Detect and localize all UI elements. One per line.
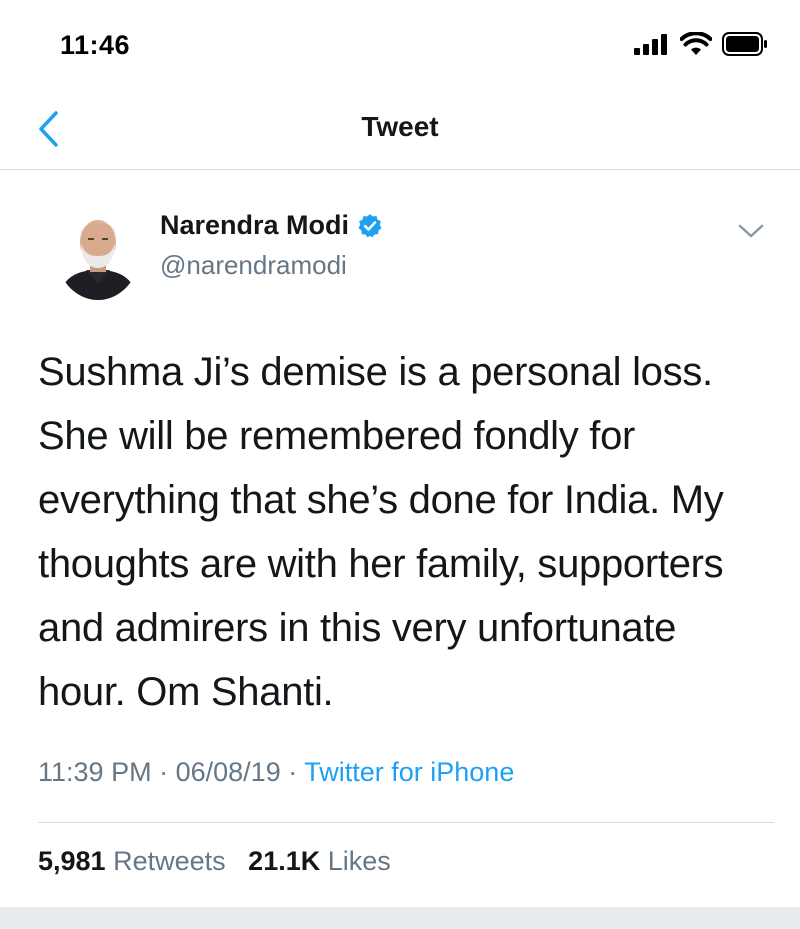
bottom-separator-band xyxy=(0,907,800,929)
nav-bar: Tweet xyxy=(0,95,800,170)
author-name[interactable]: Narendra Modi xyxy=(160,210,349,241)
retweets-count: 5,981 xyxy=(38,846,106,876)
tweet-date: 06/08/19 xyxy=(175,757,281,787)
tweet-header: Narendra Modi @narendramodi xyxy=(0,170,800,310)
user-name-row: Narendra Modi xyxy=(160,210,383,241)
retweets-label: Retweets xyxy=(113,846,226,876)
tweet-meta: 11:39 PM · 06/08/19 · Twitter for iPhone xyxy=(38,757,514,788)
tweet-source-link[interactable]: Twitter for iPhone xyxy=(304,757,514,787)
divider xyxy=(38,822,774,823)
meta-separator: · xyxy=(159,757,169,787)
likes-count: 21.1K xyxy=(248,846,321,876)
tweet-time: 11:39 PM xyxy=(38,757,152,787)
status-bar: 11:46 xyxy=(0,0,800,95)
avatar-image xyxy=(56,204,140,300)
tweet-text: Sushma Ji’s demise is a personal loss. S… xyxy=(38,350,724,714)
author-handle[interactable]: @narendramodi xyxy=(160,250,347,281)
wifi-icon xyxy=(680,32,712,55)
meta-separator: · xyxy=(288,757,298,787)
chevron-down-icon xyxy=(738,224,764,238)
tweet-stats: 5,981 Retweets 21.1K Likes xyxy=(38,846,391,877)
cellular-signal-icon xyxy=(634,34,667,55)
avatar[interactable] xyxy=(56,204,140,300)
status-icons xyxy=(634,32,768,56)
status-time: 11:46 xyxy=(60,30,131,60)
tweet-options-button[interactable] xyxy=(736,220,766,242)
page-title: Tweet xyxy=(361,111,439,142)
likes-stat[interactable]: 21.1K Likes xyxy=(248,846,391,876)
retweets-stat[interactable]: 5,981 Retweets xyxy=(38,846,226,876)
battery-icon xyxy=(722,32,767,56)
verified-badge-icon xyxy=(358,213,382,237)
likes-label: Likes xyxy=(327,846,391,876)
